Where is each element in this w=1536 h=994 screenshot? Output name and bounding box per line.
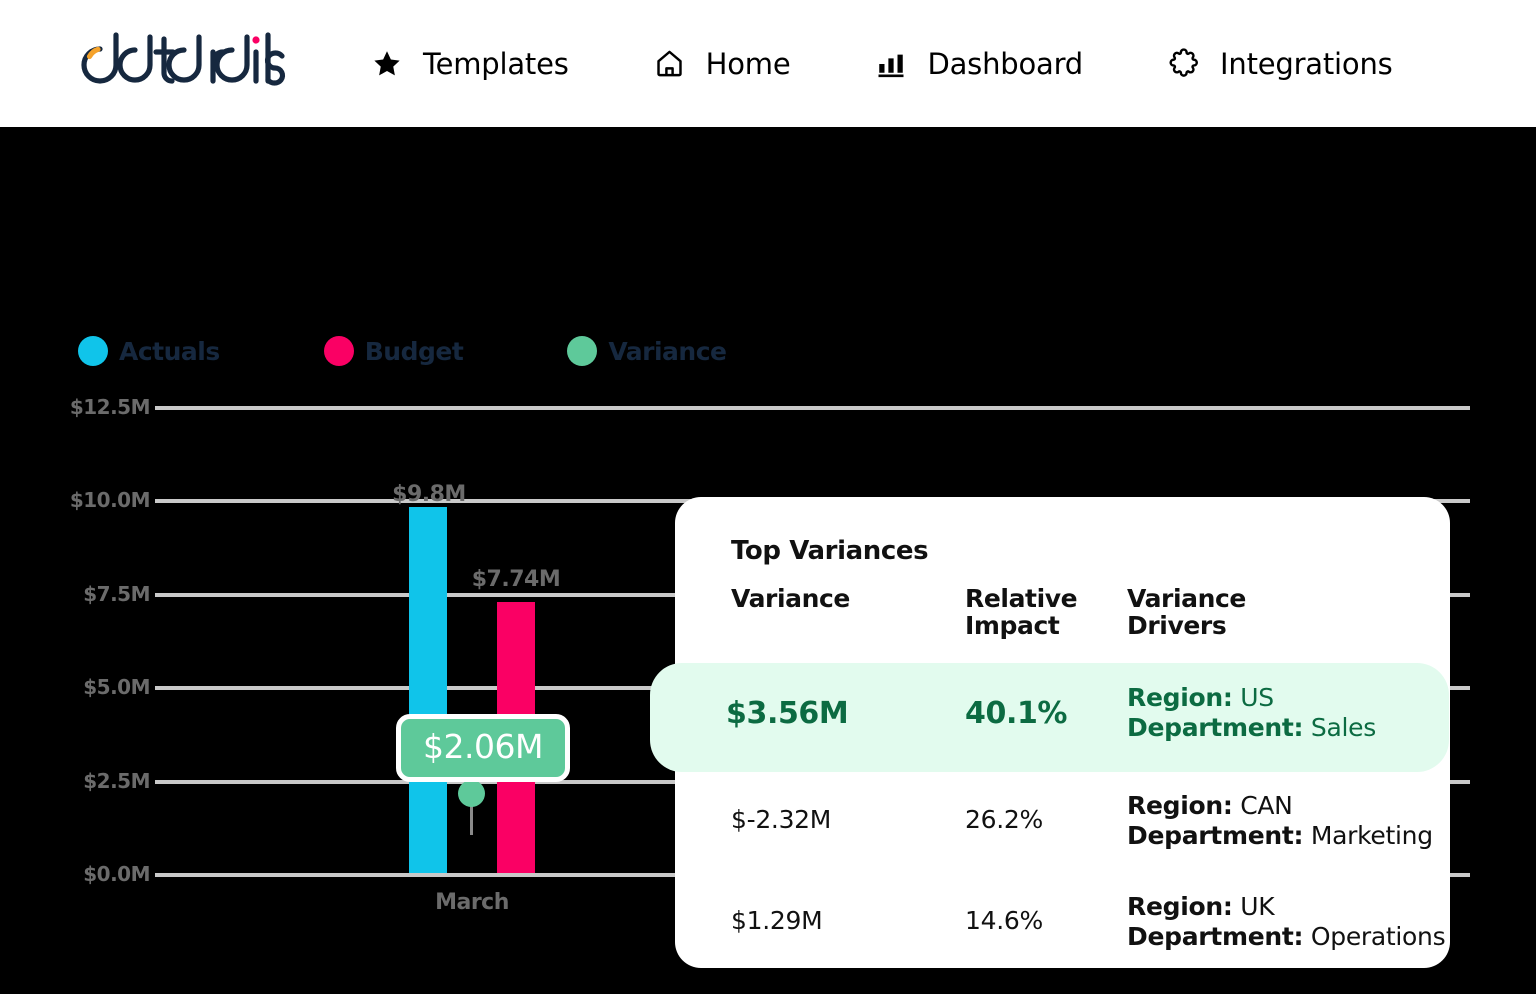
- nav-item-integrations[interactable]: Integrations: [1167, 47, 1393, 81]
- nav-label-dashboard: Dashboard: [927, 46, 1084, 81]
- top-navigation-bar: Templates Home Dashboard Integrations: [0, 0, 1536, 127]
- top-variances-panel: Top Variances Variance Relative Impact V…: [650, 497, 1450, 968]
- star-icon: [370, 47, 404, 81]
- row-region-value: CAN: [1240, 791, 1293, 820]
- row-relative-impact-value: 14.6%: [965, 906, 1043, 935]
- app-root: Templates Home Dashboard Integrations Ac…: [0, 0, 1536, 994]
- nav-label-home: Home: [705, 46, 791, 81]
- row-variance-drivers: Region: CAN Department: Marketing: [1127, 791, 1433, 851]
- nav-item-home[interactable]: Home: [653, 47, 791, 81]
- row-variance-drivers: Region: US Department: Sales: [1127, 683, 1376, 743]
- gridline-12-5m: [155, 406, 1470, 410]
- nav-label-integrations: Integrations: [1220, 46, 1393, 81]
- puzzle-piece-icon: [1167, 47, 1201, 81]
- column-header-variance: Variance: [731, 584, 850, 613]
- row-region-label: Region:: [1127, 791, 1233, 820]
- nav-item-dashboard[interactable]: Dashboard: [874, 47, 1083, 81]
- row-variance-value: $3.56M: [726, 696, 849, 731]
- nav-items: Templates Home Dashboard Integrations: [370, 0, 1477, 127]
- chart-canvas: Actuals Budget Variance $12.5M $10.0M $7…: [0, 127, 1536, 994]
- xaxis-label-march: March: [435, 890, 509, 915]
- row-department-value: Operations: [1310, 922, 1446, 951]
- row-department-label: Department:: [1127, 922, 1304, 951]
- column-header-variance-drivers: Variance Drivers: [1127, 584, 1246, 640]
- bar-chart-icon: [874, 47, 908, 81]
- nav-label-templates: Templates: [423, 46, 569, 81]
- row-region-value: US: [1240, 683, 1274, 712]
- bar-value-budget-march: $7.74M: [471, 567, 561, 592]
- row-department-label: Department:: [1127, 713, 1304, 742]
- row-region-value: UK: [1240, 892, 1275, 921]
- row-region-label: Region:: [1127, 683, 1233, 712]
- row-variance-value: $-2.32M: [731, 805, 832, 834]
- nav-item-templates[interactable]: Templates: [370, 47, 569, 81]
- row-region-label: Region:: [1127, 892, 1233, 921]
- row-relative-impact-value: 26.2%: [965, 805, 1043, 834]
- datarails-logo[interactable]: [68, 31, 290, 93]
- bar-value-actuals-march: $9.8M: [392, 482, 466, 507]
- column-header-relative-impact: Relative Impact: [965, 584, 1078, 640]
- home-icon: [653, 47, 687, 81]
- variance-tooltip[interactable]: $2.06M: [396, 714, 570, 782]
- row-department-value: Sales: [1310, 713, 1376, 742]
- row-variance-drivers: Region: UK Department: Operations: [1127, 892, 1446, 952]
- row-relative-impact-value: 40.1%: [965, 696, 1068, 731]
- panel-title: Top Variances: [731, 536, 929, 566]
- row-department-label: Department:: [1127, 821, 1304, 850]
- bar-actuals-march[interactable]: [409, 507, 447, 873]
- table-row[interactable]: $3.56M 40.1% Region: US Department: Sale…: [650, 663, 1449, 772]
- row-variance-value: $1.29M: [731, 906, 823, 935]
- variance-point-march[interactable]: [458, 780, 485, 807]
- row-department-value: Marketing: [1310, 821, 1433, 850]
